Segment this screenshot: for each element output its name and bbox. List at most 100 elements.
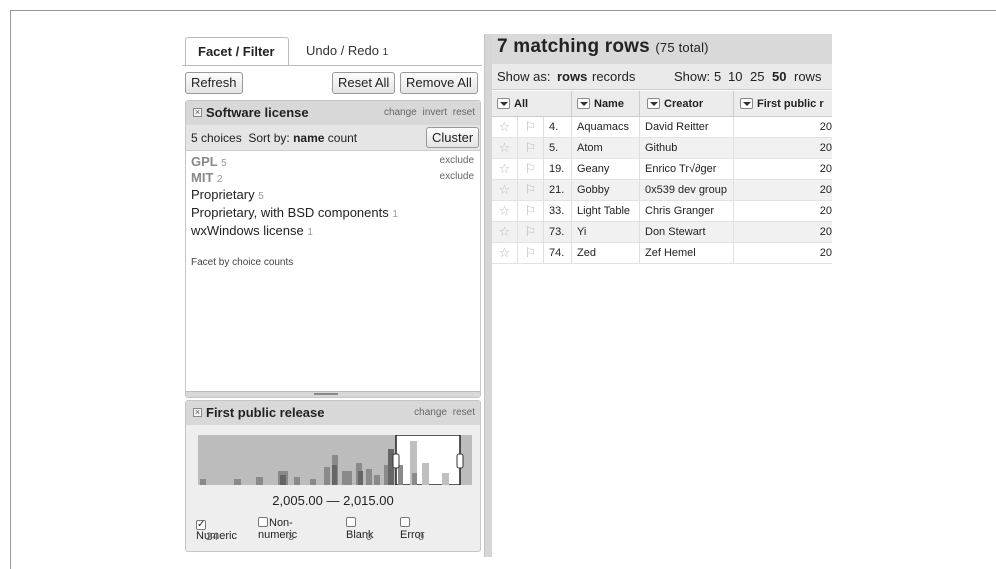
facet-header: × Software license change invert reset bbox=[186, 101, 480, 125]
flag-icon[interactable]: ⚐ bbox=[518, 243, 544, 264]
dropdown-icon[interactable] bbox=[647, 98, 660, 109]
results-header: 7 matching rows (75 total) bbox=[492, 34, 832, 64]
cell-first-public-release[interactable]: 20 bbox=[734, 243, 832, 264]
close-icon[interactable]: × bbox=[193, 408, 202, 417]
column-header-name[interactable]: Name bbox=[572, 91, 640, 117]
histogram[interactable] bbox=[198, 435, 472, 485]
numeric-checkbox[interactable]: ✓Numeric 24 bbox=[196, 517, 237, 543]
table-row: ☆ ⚐ 74. Zed Zef Hemel 20 bbox=[492, 243, 832, 264]
flag-icon[interactable]: ⚐ bbox=[518, 159, 544, 180]
column-header-all[interactable]: All bbox=[492, 91, 572, 117]
flag-icon[interactable]: ⚐ bbox=[518, 201, 544, 222]
star-icon[interactable]: ☆ bbox=[492, 117, 518, 138]
reset-all-button[interactable]: Reset All bbox=[332, 72, 396, 94]
total-rows: (75 total) bbox=[655, 40, 709, 55]
dropdown-icon[interactable] bbox=[577, 98, 590, 109]
cell-name[interactable]: Atom bbox=[572, 138, 640, 159]
cell-name[interactable]: Aquamacs bbox=[572, 117, 640, 138]
page-size-50[interactable]: 50 bbox=[772, 64, 786, 90]
view-options-bar: Show as: rows records Show: 5 10 25 50 r… bbox=[492, 64, 832, 90]
cell-first-public-release[interactable]: 20 bbox=[734, 222, 832, 243]
facet-invert-link[interactable]: invert bbox=[423, 107, 447, 118]
facet-choice[interactable]: Proprietary 5 bbox=[191, 187, 264, 202]
tab-undo-redo[interactable]: Undo / Redo 1 bbox=[294, 37, 400, 66]
cell-name[interactable]: Gobby bbox=[572, 180, 640, 201]
sort-by-name-link[interactable]: name bbox=[293, 131, 324, 145]
cell-creator[interactable]: Don Stewart bbox=[640, 222, 734, 243]
data-table: All Name Creator First public r ☆ ⚐ 4. Aqua… bbox=[492, 91, 832, 264]
close-icon[interactable]: × bbox=[193, 108, 202, 117]
cell-name[interactable]: Yi bbox=[572, 222, 640, 243]
flag-icon[interactable]: ⚐ bbox=[518, 138, 544, 159]
mode-rows-link[interactable]: rows bbox=[557, 64, 587, 90]
cell-name[interactable]: Geany bbox=[572, 159, 640, 180]
star-icon[interactable]: ☆ bbox=[492, 222, 518, 243]
flag-icon[interactable]: ⚐ bbox=[518, 222, 544, 243]
exclude-link[interactable]: exclude bbox=[440, 155, 474, 166]
column-header-creator[interactable]: Creator bbox=[640, 91, 734, 117]
page-size-25[interactable]: 25 bbox=[750, 64, 764, 90]
non-numeric-checkbox[interactable]: Non-numeric 3 bbox=[258, 517, 297, 543]
star-icon[interactable]: ☆ bbox=[492, 159, 518, 180]
facet-choice[interactable]: wxWindows license 1 bbox=[191, 223, 313, 238]
star-icon[interactable]: ☆ bbox=[492, 138, 518, 159]
cell-creator[interactable]: 0x539 dev group bbox=[640, 180, 734, 201]
cell-first-public-release[interactable]: 20 bbox=[734, 117, 832, 138]
column-header-first-public-release[interactable]: First public r bbox=[734, 91, 834, 117]
row-number: 33. bbox=[544, 201, 572, 222]
table-row: ☆ ⚐ 19. Geany Enrico Tr√∂ger 20 bbox=[492, 159, 832, 180]
row-number: 74. bbox=[544, 243, 572, 264]
facet-header: × First public release change reset bbox=[186, 401, 480, 425]
row-number: 21. bbox=[544, 180, 572, 201]
page-size-10[interactable]: 10 bbox=[728, 64, 742, 90]
data-panel: 7 matching rows (75 total) Show as: rows… bbox=[492, 34, 832, 557]
facet-change-link[interactable]: change bbox=[384, 107, 417, 118]
cell-creator[interactable]: Github bbox=[640, 138, 734, 159]
blank-checkbox[interactable]: Blank 0 bbox=[346, 517, 374, 543]
row-number: 4. bbox=[544, 117, 572, 138]
cell-creator[interactable]: Enrico Tr√∂ger bbox=[640, 159, 734, 180]
page-size-5[interactable]: 5 bbox=[714, 64, 721, 90]
star-icon[interactable]: ☆ bbox=[492, 243, 518, 264]
cell-name[interactable]: Zed bbox=[572, 243, 640, 264]
star-icon[interactable]: ☆ bbox=[492, 180, 518, 201]
cell-creator[interactable]: Zef Hemel bbox=[640, 243, 734, 264]
dropdown-icon[interactable] bbox=[740, 98, 753, 109]
facet-by-counts-link[interactable]: Facet by choice counts bbox=[191, 257, 293, 268]
left-tabs: Facet / Filter Undo / Redo 1 bbox=[182, 34, 482, 66]
star-icon[interactable]: ☆ bbox=[492, 201, 518, 222]
tab-facet-filter[interactable]: Facet / Filter bbox=[185, 37, 289, 66]
matching-rows-count: 7 matching rows bbox=[497, 36, 650, 57]
facet-choice[interactable]: MIT 2 bbox=[191, 170, 223, 185]
dropdown-icon[interactable] bbox=[497, 98, 510, 109]
cell-first-public-release[interactable]: 20 bbox=[734, 138, 832, 159]
sort-by-count-link[interactable]: count bbox=[328, 131, 357, 145]
table-row: ☆ ⚐ 73. Yi Don Stewart 20 bbox=[492, 222, 832, 243]
cell-creator[interactable]: Chris Granger bbox=[640, 201, 734, 222]
flag-icon[interactable]: ⚐ bbox=[518, 117, 544, 138]
facet-reset-link[interactable]: reset bbox=[453, 107, 475, 118]
facet-change-link[interactable]: change bbox=[414, 407, 447, 418]
cell-first-public-release[interactable]: 20 bbox=[734, 159, 832, 180]
show-label: Show: bbox=[674, 69, 711, 84]
table-row: ☆ ⚐ 21. Gobby 0x539 dev group 20 bbox=[492, 180, 832, 201]
facet-choices-bar: 5 choices Sort by: name count Cluster bbox=[186, 125, 480, 151]
facet-choice[interactable]: GPL 5 bbox=[191, 154, 227, 169]
cell-first-public-release[interactable]: 20 bbox=[734, 201, 832, 222]
refresh-button[interactable]: Refresh bbox=[185, 72, 243, 94]
facet-resize-handle[interactable] bbox=[186, 391, 480, 397]
cell-creator[interactable]: David Reitter bbox=[640, 117, 734, 138]
exclude-link[interactable]: exclude bbox=[440, 171, 474, 182]
remove-all-button[interactable]: Remove All bbox=[400, 72, 478, 94]
error-checkbox[interactable]: Error 0 bbox=[400, 517, 424, 543]
row-number: 5. bbox=[544, 138, 572, 159]
panel-splitter[interactable] bbox=[484, 34, 492, 557]
facet-choice[interactable]: Proprietary, with BSD components 1 bbox=[191, 205, 398, 220]
cluster-button[interactable]: Cluster bbox=[426, 127, 480, 148]
cell-first-public-release[interactable]: 20 bbox=[734, 180, 832, 201]
facet-reset-link[interactable]: reset bbox=[453, 407, 475, 418]
mode-records-link[interactable]: records bbox=[592, 64, 635, 90]
flag-icon[interactable]: ⚐ bbox=[518, 180, 544, 201]
cell-name[interactable]: Light Table bbox=[572, 201, 640, 222]
row-number: 19. bbox=[544, 159, 572, 180]
